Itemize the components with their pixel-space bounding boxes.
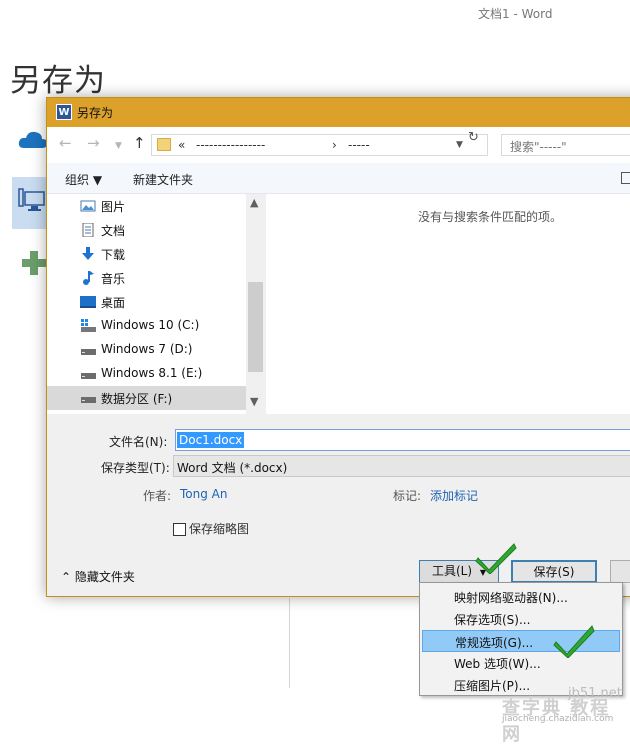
chevron-up-icon: ⌃ xyxy=(61,570,72,584)
author-label: 作者: xyxy=(143,489,172,503)
nav-item-drive-d[interactable]: Windows 7 (D:) xyxy=(47,338,265,362)
nav-item-pictures[interactable]: 图片 xyxy=(47,194,265,218)
nav-item-drive-e[interactable]: Windows 8.1 (E:) xyxy=(47,362,265,386)
save-thumbnail-checkbox[interactable] xyxy=(173,523,186,536)
dialog-title: 另存为 xyxy=(77,106,114,120)
nav-item-label: 音乐 xyxy=(101,272,126,286)
hide-folders-button[interactable]: ⌃ 隐藏文件夹 xyxy=(61,568,135,585)
forward-arrow-icon[interactable]: → xyxy=(87,135,100,151)
pictures-icon xyxy=(80,200,96,212)
filetype-label: 保存类型(T): xyxy=(101,461,170,475)
documents-icon xyxy=(82,223,94,237)
onedrive-icon[interactable] xyxy=(18,128,48,150)
nav-item-label: Windows 10 (C:) xyxy=(101,318,200,332)
scroll-up-icon[interactable]: ▲ xyxy=(250,196,258,209)
back-arrow-icon[interactable]: ← xyxy=(59,135,72,151)
cancel-button[interactable] xyxy=(610,560,630,583)
recent-chevron-icon[interactable]: ▼ xyxy=(115,138,122,154)
nav-item-label: 数据分区 (F:) xyxy=(101,392,173,406)
checkmark-icon xyxy=(553,625,595,658)
dialog-titlebar[interactable]: W 另存为 xyxy=(47,98,630,127)
scroll-thumb[interactable] xyxy=(248,282,263,372)
command-bar: 组织 ▼ 新建文件夹 xyxy=(47,163,630,194)
new-folder-button[interactable]: 新建文件夹 xyxy=(133,171,193,188)
nav-item-label: Windows 8.1 (E:) xyxy=(101,366,203,380)
filetype-value: Word 文档 (*.docx) xyxy=(177,461,288,475)
empty-results-message: 没有与搜索条件匹配的项。 xyxy=(418,210,563,224)
nav-item-drive-c[interactable]: Windows 10 (C:) xyxy=(47,314,265,338)
file-list[interactable]: 没有与搜索条件匹配的项。 xyxy=(266,194,630,414)
view-options-icon[interactable] xyxy=(621,172,630,184)
nav-item-label: Windows 7 (D:) xyxy=(101,342,193,356)
address-bar[interactable]: « ---------------- › ----- ▼ xyxy=(151,134,488,156)
add-tags-link[interactable]: 添加标记 xyxy=(430,487,478,504)
refresh-icon[interactable]: ↻ xyxy=(468,130,479,145)
nav-item-documents[interactable]: 文档 xyxy=(47,218,265,242)
menu-item-label: 常规选项(G)... xyxy=(455,636,534,650)
tools-button-label: 工具(L) xyxy=(431,564,473,578)
checkmark-icon xyxy=(475,543,517,574)
address-separator[interactable]: › xyxy=(332,138,337,152)
save-as-dialog: W 另存为 ← → ▼ ↑ « ---------------- › -----… xyxy=(46,97,630,597)
folder-icon xyxy=(157,138,171,151)
search-placeholder: 搜索"-----" xyxy=(510,140,567,154)
address-segment[interactable]: ----- xyxy=(348,138,370,152)
filetype-select[interactable]: Word 文档 (*.docx) xyxy=(173,455,630,477)
scroll-down-icon[interactable]: ▼ xyxy=(250,395,258,408)
backstage-divider xyxy=(289,598,290,688)
search-input[interactable]: 搜索"-----" xyxy=(501,134,630,156)
filename-input[interactable]: Doc1.docx xyxy=(175,429,630,451)
navigation-pane[interactable]: 图片 文档 下载 音乐 桌面 Windows 10 (C:) Windows 7… xyxy=(47,194,265,414)
menu-item-label: 压缩图片(P)... xyxy=(454,679,531,693)
nav-item-label: 下载 xyxy=(101,248,126,262)
menu-item-label: 保存选项(S)... xyxy=(454,613,531,627)
music-icon xyxy=(83,271,94,285)
drive-icon xyxy=(81,397,96,403)
word-window-title: 文档1 - Word xyxy=(478,7,553,21)
address-row: ← → ▼ ↑ « ---------------- › ----- ▼ ↻ 搜… xyxy=(47,127,630,163)
author-value[interactable]: Tong An xyxy=(180,487,227,501)
menu-item-label: Web 选项(W)... xyxy=(454,657,541,671)
filename-value: Doc1.docx xyxy=(177,432,245,448)
address-overflow[interactable]: « xyxy=(178,138,185,152)
nav-scrollbar[interactable]: ▲ ▼ xyxy=(246,194,265,414)
hide-folders-label: 隐藏文件夹 xyxy=(74,570,135,584)
add-place-icon[interactable] xyxy=(22,251,46,275)
windows-drive-icon xyxy=(81,319,96,332)
address-segment[interactable]: ---------------- xyxy=(196,138,265,152)
menu-item-map-network-drive[interactable]: 映射网络驱动器(N)... xyxy=(422,586,620,608)
drive-icon xyxy=(81,349,96,355)
downloads-icon xyxy=(82,247,94,260)
nav-item-label: 桌面 xyxy=(101,296,126,310)
menu-item-label: 映射网络驱动器(N)... xyxy=(454,591,568,605)
tags-label: 标记: xyxy=(393,489,422,503)
desktop-icon xyxy=(80,296,96,308)
filename-label: 文件名(N): xyxy=(109,435,168,449)
nav-item-label: 图片 xyxy=(101,200,126,214)
backstage-heading: 另存为 xyxy=(10,63,106,99)
nav-item-downloads[interactable]: 下载 xyxy=(47,242,265,266)
computer-icon xyxy=(18,188,45,211)
up-arrow-icon[interactable]: ↑ xyxy=(133,135,146,151)
organize-button[interactable]: 组织 ▼ xyxy=(65,171,102,188)
nav-item-desktop[interactable]: 桌面 xyxy=(47,290,265,314)
save-thumbnail-label: 保存缩略图 xyxy=(189,522,250,536)
nav-item-music[interactable]: 音乐 xyxy=(47,266,265,290)
drive-icon xyxy=(81,373,96,379)
nav-item-label: 文档 xyxy=(101,224,126,238)
address-dropdown-icon[interactable]: ▼ xyxy=(456,140,463,150)
save-button[interactable]: 保存(S) xyxy=(511,560,597,583)
nav-item-drive-f[interactable]: 数据分区 (F:) xyxy=(47,386,265,410)
watermark-domain: jiaocheng.chazidian.com xyxy=(502,714,614,724)
word-app-icon: W xyxy=(56,104,72,120)
